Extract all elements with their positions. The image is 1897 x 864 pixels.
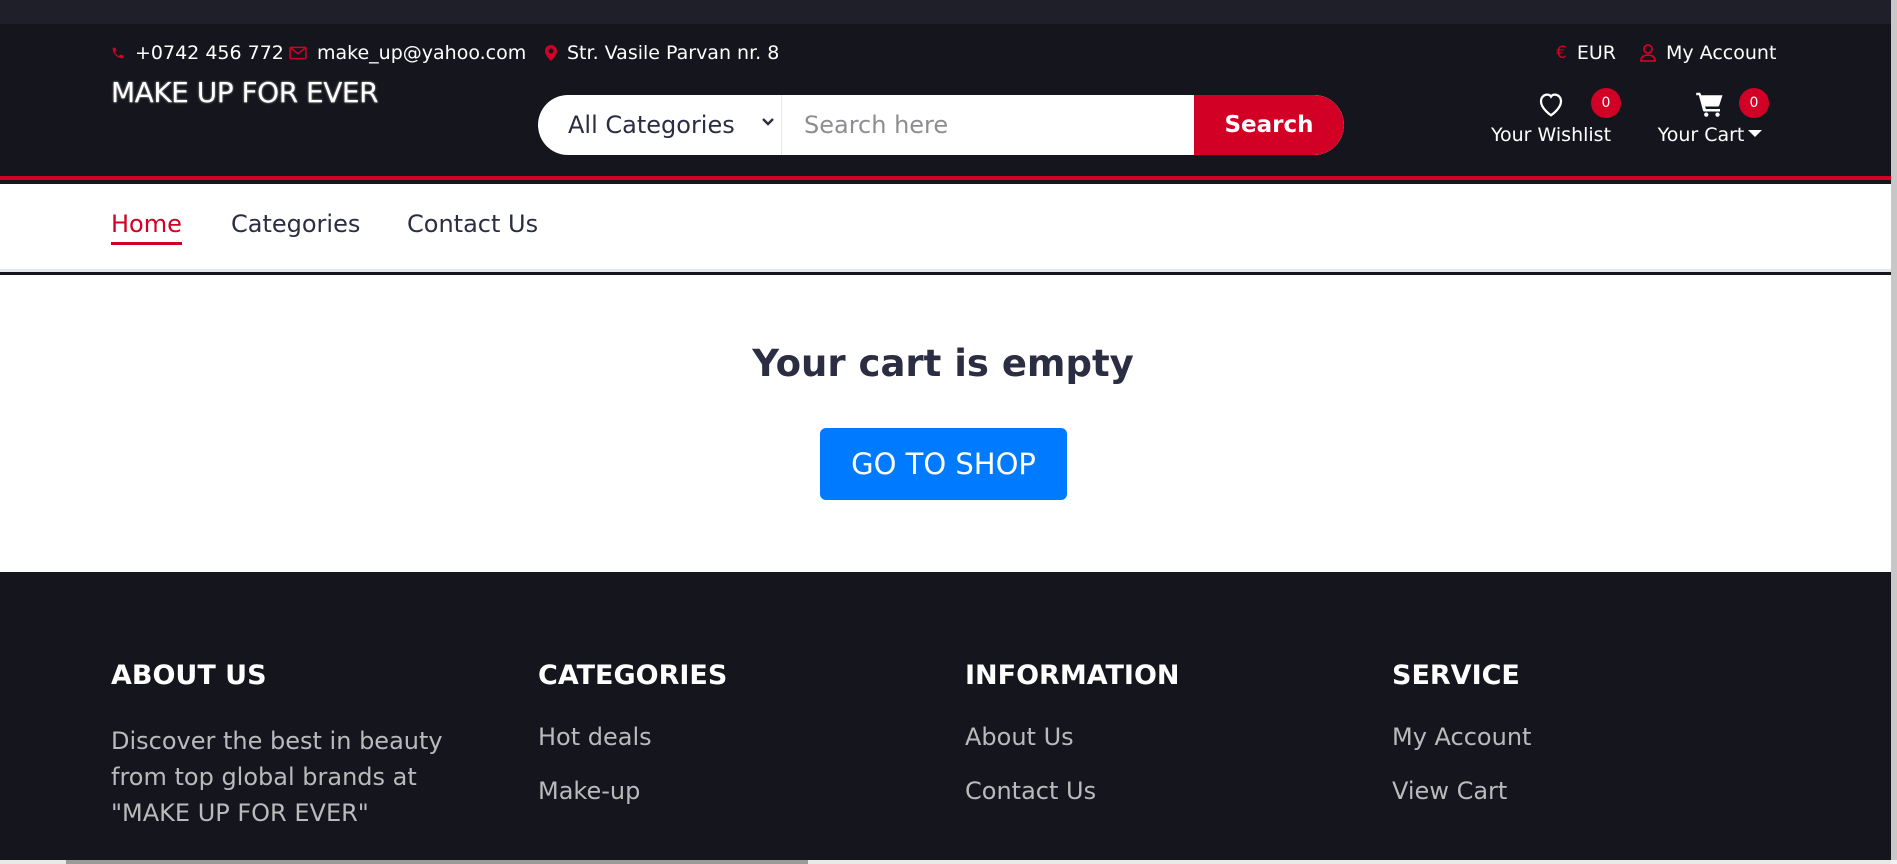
- caret-down-icon: [1748, 130, 1763, 137]
- top-strip: [0, 0, 1891, 24]
- footer-information-title: INFORMATION: [965, 660, 1180, 691]
- nav-contact-us[interactable]: Contact Us: [407, 210, 538, 242]
- map-marker-icon: [545, 45, 557, 61]
- horizontal-scrollbar-thumb[interactable]: [66, 860, 808, 864]
- wishlist-count-badge: 0: [1591, 88, 1621, 118]
- currency-selector[interactable]: € EUR: [1556, 42, 1616, 64]
- vertical-scrollbar[interactable]: [1891, 0, 1897, 864]
- account-text: My Account: [1666, 42, 1777, 64]
- footer-link-contact-us[interactable]: Contact Us: [965, 777, 1180, 805]
- email-text: make_up@yahoo.com: [317, 42, 527, 64]
- phone-icon: [112, 47, 124, 59]
- footer-link-view-cart[interactable]: View Cart: [1392, 777, 1531, 805]
- footer-link-about-us[interactable]: About Us: [965, 723, 1180, 751]
- footer-about-title: ABOUT US: [111, 660, 267, 691]
- vertical-scrollbar-thumb[interactable]: [1891, 0, 1897, 860]
- footer-link-hot-deals[interactable]: Hot deals: [538, 723, 727, 751]
- search-input[interactable]: [782, 95, 1194, 155]
- phone-text: +0742 456 772: [135, 42, 284, 64]
- footer: ABOUT US Discover the best in beauty fro…: [0, 572, 1891, 864]
- horizontal-scrollbar[interactable]: [0, 860, 1891, 864]
- cart-count-badge: 0: [1739, 88, 1769, 118]
- category-select[interactable]: All Categories: [538, 95, 782, 155]
- page: +0742 456 772 make_up@yahoo.com Str. Vas…: [0, 0, 1891, 864]
- shopping-cart-icon: [1696, 92, 1723, 117]
- footer-information-column: INFORMATION About Us Contact Us: [965, 660, 1180, 831]
- footer-about-column: ABOUT US Discover the best in beauty fro…: [111, 660, 501, 831]
- currency-text: EUR: [1576, 42, 1616, 64]
- footer-link-my-account[interactable]: My Account: [1392, 723, 1531, 751]
- footer-categories-column: CATEGORIES Hot deals Make-up: [538, 660, 727, 831]
- email-link[interactable]: make_up@yahoo.com: [289, 42, 526, 64]
- header: +0742 456 772 make_up@yahoo.com Str. Vas…: [0, 24, 1891, 180]
- go-to-shop-button[interactable]: GO TO SHOP: [820, 428, 1067, 500]
- cart-section: Your cart is empty GO TO SHOP: [0, 275, 1891, 572]
- address-link[interactable]: Str. Vasile Parvan nr. 8: [545, 42, 779, 64]
- search-button[interactable]: Search: [1194, 95, 1344, 155]
- footer-link-make-up[interactable]: Make-up: [538, 777, 727, 805]
- nav-home[interactable]: Home: [111, 210, 182, 245]
- footer-categories-title: CATEGORIES: [538, 660, 728, 691]
- address-text: Str. Vasile Parvan nr. 8: [567, 42, 780, 64]
- main-navigation: Home Categories Contact Us: [0, 184, 1891, 272]
- my-account-link[interactable]: My Account: [1640, 42, 1776, 64]
- user-icon: [1640, 44, 1656, 62]
- phone-link[interactable]: +0742 456 772: [111, 42, 284, 64]
- cart-dropdown[interactable]: Your Cart 0: [1652, 88, 1769, 146]
- wishlist-label: Your Wishlist: [1490, 124, 1612, 146]
- footer-service-title: SERVICE: [1392, 660, 1520, 691]
- envelope-icon: [289, 46, 307, 60]
- cart-label: Your Cart: [1657, 124, 1745, 146]
- logo[interactable]: MAKE UP FOR EVER: [111, 76, 379, 109]
- heart-icon: [1539, 93, 1563, 117]
- category-select-value: All Categories: [568, 111, 735, 139]
- nav-categories[interactable]: Categories: [231, 210, 360, 242]
- empty-cart-title: Your cart is empty: [752, 342, 1134, 385]
- wishlist-link[interactable]: Your Wishlist 0: [1488, 88, 1621, 146]
- footer-about-text: Discover the best in beauty from top glo…: [111, 727, 443, 827]
- euro-icon: €: [1556, 43, 1567, 63]
- footer-service-column: SERVICE My Account View Cart: [1392, 660, 1531, 831]
- search-form: All Categories Search: [538, 95, 1344, 155]
- chevron-down-icon: [762, 118, 774, 126]
